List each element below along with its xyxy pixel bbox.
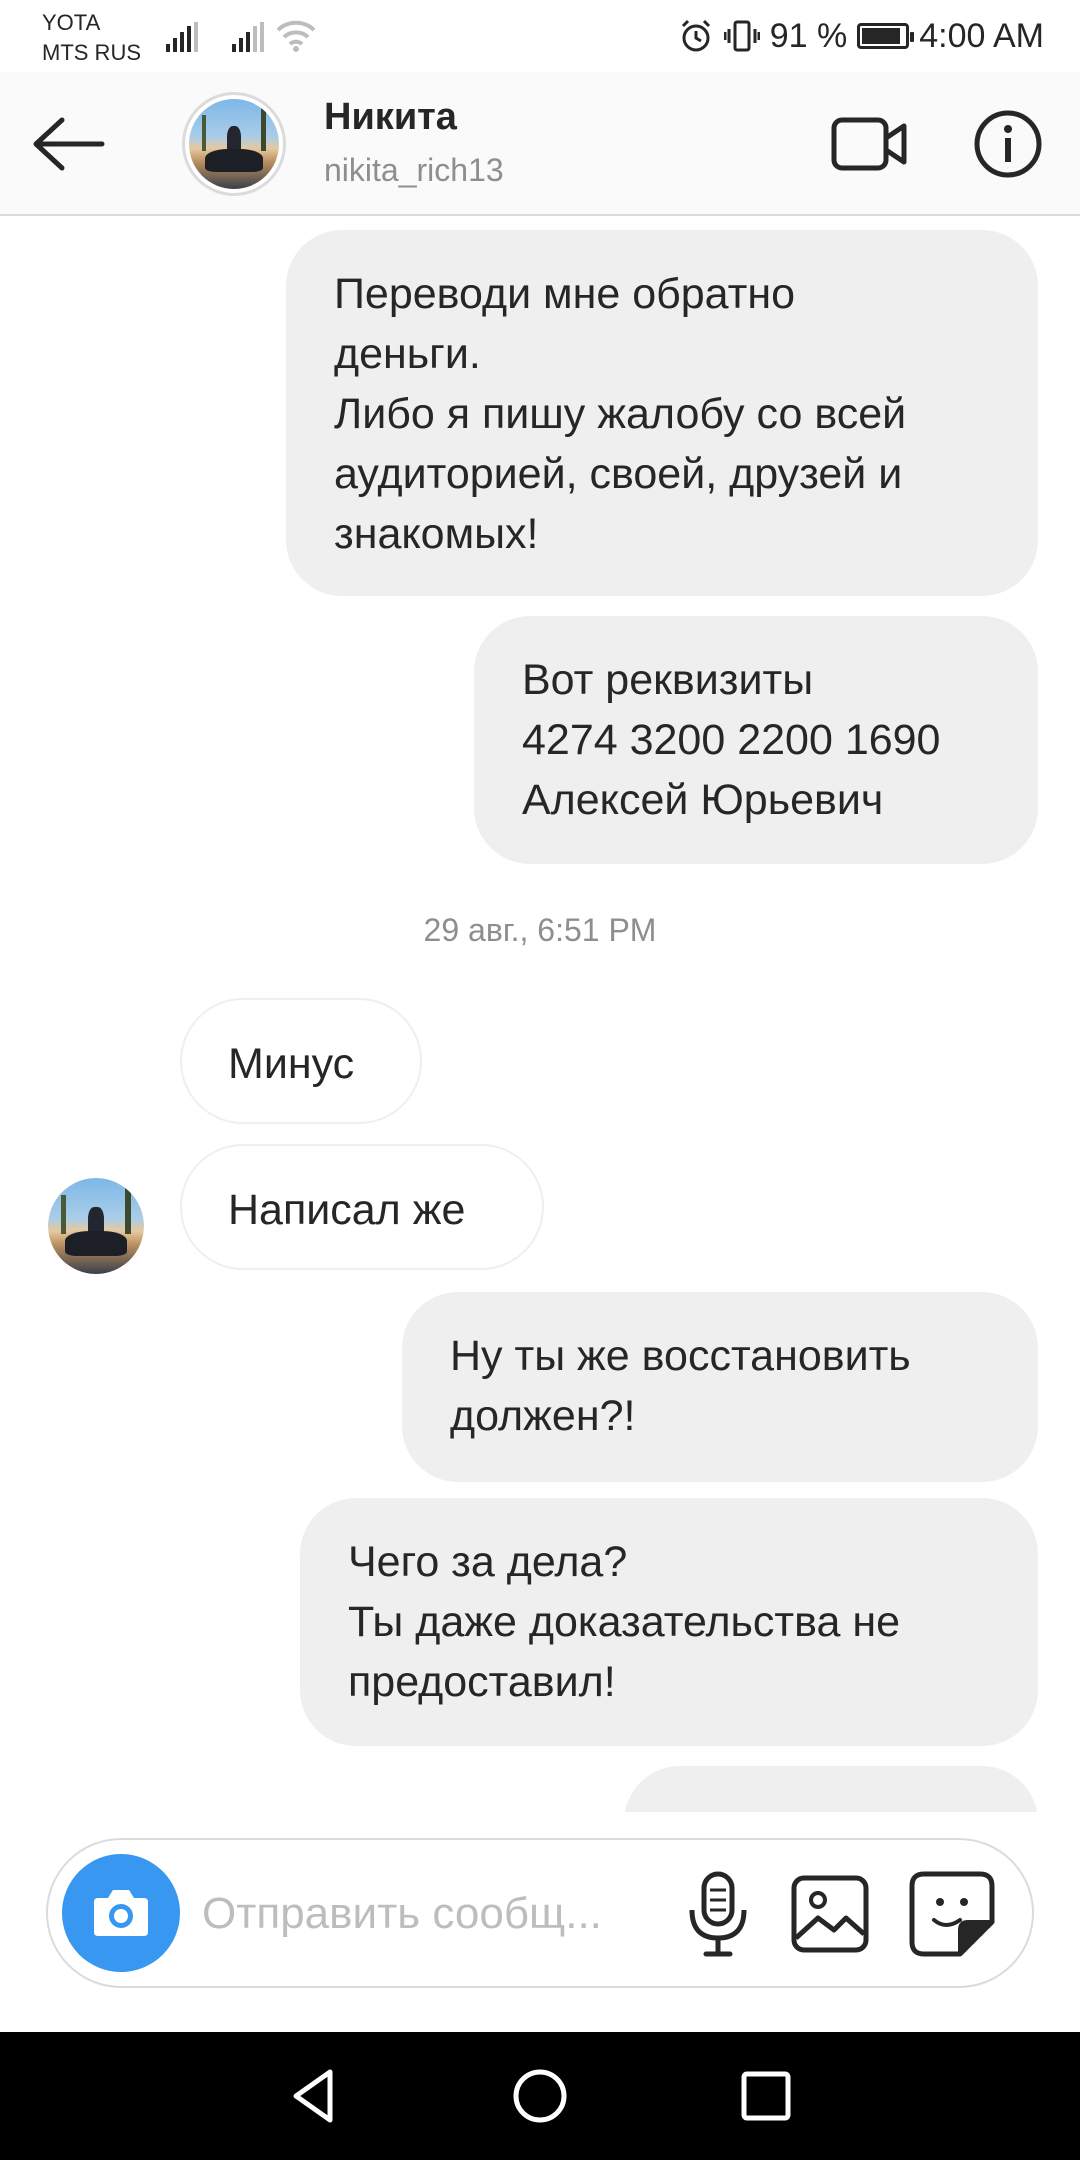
sender-photo xyxy=(48,1178,144,1274)
video-call-icon[interactable] xyxy=(830,112,910,176)
message-timestamp: 29 авг., 6:51 PM xyxy=(423,912,657,948)
nav-home-icon[interactable] xyxy=(504,2060,576,2132)
carrier-labels: YOTA MTS RUS xyxy=(42,8,141,68)
signal-icon xyxy=(166,22,200,52)
sticker-icon[interactable] xyxy=(906,1868,998,1960)
signal-icon xyxy=(232,22,266,52)
nav-back-icon[interactable] xyxy=(278,2060,350,2132)
carrier-2: MTS RUS xyxy=(42,40,141,65)
camera-icon xyxy=(94,1890,148,1936)
back-arrow-icon[interactable] xyxy=(30,112,110,176)
chat-header: Никита nikita_rich13 xyxy=(0,72,1080,216)
wifi-icon xyxy=(276,20,316,52)
sender-avatar[interactable] xyxy=(48,1178,144,1274)
vibrate-icon xyxy=(723,20,760,52)
gallery-icon[interactable] xyxy=(788,1872,872,1956)
avatar[interactable] xyxy=(182,92,286,196)
profile-photo xyxy=(189,99,279,189)
message-bubble-outgoing-partial[interactable] xyxy=(624,1766,1038,1812)
message-list[interactable]: Переводи мне обратно деньги. Либо я пишу… xyxy=(0,216,1080,1812)
message-bubble-outgoing[interactable]: Чего за дела? Ты даже доказательства не … xyxy=(300,1498,1038,1746)
contact-username[interactable]: nikita_rich13 xyxy=(324,152,504,189)
message-bubble-outgoing[interactable]: Переводи мне обратно деньги. Либо я пишу… xyxy=(286,230,1038,596)
message-bubble-incoming[interactable]: Написал же xyxy=(180,1144,544,1270)
message-bubble-outgoing[interactable]: Ну ты же восстановить должен?! xyxy=(402,1292,1038,1482)
message-bubble-outgoing[interactable]: Вот реквизиты 4274 3200 2200 1690 Алексе… xyxy=(474,616,1038,864)
battery-fill xyxy=(862,28,901,44)
message-composer xyxy=(46,1838,1034,1988)
system-nav-bar xyxy=(0,2032,1080,2160)
contact-name[interactable]: Никита xyxy=(324,96,457,139)
nav-recents-icon[interactable] xyxy=(730,2060,802,2132)
status-right: 91 % 4:00 AM xyxy=(678,14,1044,58)
battery-percent: 91 % xyxy=(769,16,848,55)
message-bubble-incoming[interactable]: Минус xyxy=(180,998,422,1124)
microphone-icon[interactable] xyxy=(678,1868,758,1960)
info-icon[interactable] xyxy=(972,108,1044,180)
carrier-1: YOTA xyxy=(42,10,101,35)
battery-icon xyxy=(857,23,915,49)
camera-button[interactable] xyxy=(62,1854,180,1972)
alarm-icon xyxy=(681,19,710,52)
message-input[interactable] xyxy=(200,1878,704,1950)
clock: 4:00 AM xyxy=(919,16,1044,55)
status-bar: YOTA MTS RUS 91 % 4:00 AM xyxy=(0,0,1080,72)
